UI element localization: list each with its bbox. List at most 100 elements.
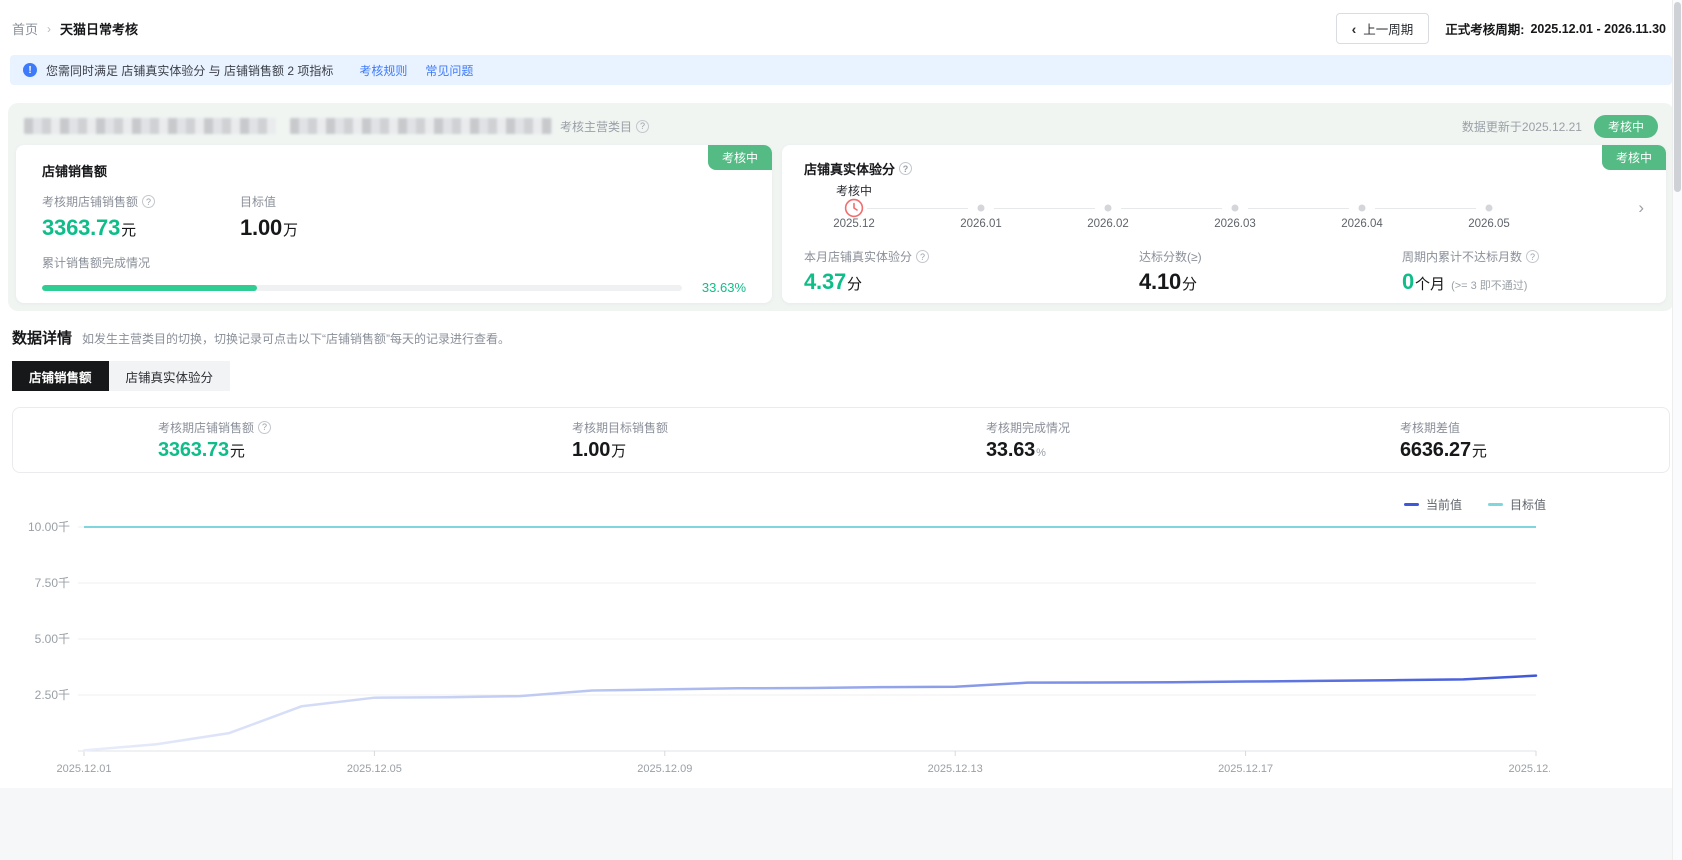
chart-area: 2.50千 5.00千 7.50千 10.00千 2025.12.01 2025.12.0… xyxy=(12,513,1670,797)
faq-link[interactable]: 常见问题 xyxy=(425,62,473,79)
timeline-dot-icon xyxy=(1231,204,1239,212)
prev-period-button[interactable]: ‹ 上一周期 xyxy=(1335,13,1430,44)
topbar-right: ‹ 上一周期 正式考核周期: 2025.12.01 - 2026.11.30 xyxy=(1335,13,1666,44)
svg-text:7.50千: 7.50千 xyxy=(35,576,70,590)
experience-card-status-badge: 考核中 xyxy=(1601,145,1666,170)
timeline-month-label: 2026.04 xyxy=(1341,218,1383,230)
breadcrumb-home-link[interactable]: 首页 xyxy=(12,19,38,38)
timeline-month-label: 2026.05 xyxy=(1468,218,1510,230)
tmall-daily-assessment-page: 首页 › 天猫日常考核 ‹ 上一周期 正式考核周期: 2025.12.01 - … xyxy=(0,0,1682,860)
timeline-dot-icon xyxy=(977,204,985,212)
monthly-score-stat: 本月店铺真实体验分 ? 4.37分 xyxy=(804,248,1139,295)
breadcrumb: 首页 › 天猫日常考核 xyxy=(12,19,138,38)
period-stat-3: 考核期差值 6636.27元 xyxy=(1255,419,1669,462)
stat-value: 6636.27元 xyxy=(1400,438,1487,461)
timeline-dot-icon xyxy=(1358,204,1366,212)
experience-stats-row: 本月店铺真实体验分 ? 4.37分 达标分数(≥) 4.10分 周期内累计不达标… xyxy=(804,248,1644,295)
tab-sales[interactable]: 店铺销售额 xyxy=(12,361,109,391)
sales-card-status-badge: 考核中 xyxy=(707,145,772,170)
main-category-label: 考核主营类目 ? xyxy=(560,118,650,135)
question-icon[interactable]: ? xyxy=(142,195,156,208)
stat-label: 考核期完成情况 xyxy=(986,420,1071,435)
question-icon[interactable]: ? xyxy=(1526,250,1540,263)
current-sales-label: 考核期店铺销售额 ? xyxy=(42,193,240,210)
progress-row: 33.63% xyxy=(42,280,746,295)
sales-values-row: 3363.73元 1.00万 xyxy=(42,215,746,241)
stat-value: 3363.73元 xyxy=(158,438,245,461)
details-title: 数据详情 xyxy=(12,330,73,347)
page-title: 天猫日常考核 xyxy=(60,22,139,37)
experience-card-title: 店铺真实体验分 ? xyxy=(804,159,1644,178)
timeline-dot-icon xyxy=(1485,204,1493,212)
target-sales-value: 1.00万 xyxy=(240,215,299,240)
scrollbar-thumb[interactable] xyxy=(1674,2,1681,192)
stat-label: 考核期差值 xyxy=(1400,420,1461,435)
period-stat-1: 考核期目标销售额 1.00万 xyxy=(427,419,841,462)
overview-header-right: 数据更新于2025.12.21 考核中 xyxy=(1461,114,1658,138)
fail-rule-note: (>= 3 即不通过) xyxy=(1451,280,1528,292)
progress-fill xyxy=(42,284,258,291)
period-stat-0: 考核期店铺销售额? 3363.73元 xyxy=(13,419,427,462)
stat-value: 33.63% xyxy=(986,438,1046,461)
chart-legend: 当前值 目标值 xyxy=(12,495,1670,513)
target-value-label: 目标值 xyxy=(240,195,277,209)
experience-score-card: 考核中 店铺真实体验分 ? › 2025.12 2026.01 2026.02 202… xyxy=(782,145,1666,303)
store-category-blur-block xyxy=(290,118,552,134)
timeline-connector xyxy=(994,208,1095,209)
legend-label: 目标值 xyxy=(1509,497,1546,512)
svg-text:2025.12.13: 2025.12.13 xyxy=(928,763,983,775)
svg-text:2025.12.21: 2025.12.21 xyxy=(1508,763,1550,775)
sales-card: 考核中 店铺销售额 考核期店铺销售额 ? 目标值 3363.73元 1.00万 xyxy=(16,145,772,303)
timeline-next-chevron-icon[interactable]: › xyxy=(1638,199,1644,216)
timeline-connector xyxy=(1375,208,1476,209)
assessment-rules-link[interactable]: 考核规则 xyxy=(359,62,407,79)
assessment-period-value: 2025.12.01 - 2026.11.30 xyxy=(1530,21,1666,36)
overview-cards: 考核中 店铺销售额 考核期店铺销售额 ? 目标值 3363.73元 1.00万 xyxy=(16,145,1666,303)
question-icon[interactable]: ? xyxy=(899,162,913,175)
tab-experience-score[interactable]: 店铺真实体验分 xyxy=(108,361,231,391)
timeline-dot-icon xyxy=(1104,204,1112,212)
legend-item-current[interactable]: 当前值 xyxy=(1403,496,1462,513)
assessment-timeline: › 2025.12 2026.01 2026.02 2026.03 2026.04 202… xyxy=(804,180,1644,238)
progress-percent: 33.63% xyxy=(701,280,746,295)
store-name-blur-block xyxy=(24,118,276,134)
breadcrumb-separator-icon: › xyxy=(47,21,52,36)
timeline-status-label: 考核中 xyxy=(835,184,873,198)
data-updated-text: 数据更新于2025.12.21 xyxy=(1461,119,1582,134)
info-icon: ! xyxy=(23,63,37,77)
top-bar: 首页 › 天猫日常考核 ‹ 上一周期 正式考核周期: 2025.12.01 - … xyxy=(0,0,1682,53)
question-icon[interactable]: ? xyxy=(636,119,650,133)
sales-labels-row: 考核期店铺销售额 ? 目标值 xyxy=(42,193,746,210)
timeline-month-label: 2026.01 xyxy=(960,218,1002,230)
failed-months-stat: 周期内累计不达标月数 ? 0个月 (>= 3 即不通过) xyxy=(1402,248,1644,295)
svg-text:2025.12.01: 2025.12.01 xyxy=(56,763,111,775)
store-name-redacted xyxy=(24,118,552,134)
details-description: 如发生主营类目的切换，切换记录可点击以下“店铺销售额”每天的记录进行查看。 xyxy=(82,332,511,346)
progress-bar xyxy=(42,284,682,291)
svg-text:2025.12.09: 2025.12.09 xyxy=(637,763,692,775)
legend-item-target[interactable]: 目标值 xyxy=(1487,496,1546,513)
stat-label: 考核期目标销售额 xyxy=(572,420,669,435)
stat-value: 1.00万 xyxy=(572,438,627,461)
timeline-month-label: 2026.02 xyxy=(1087,218,1129,230)
svg-text:5.00千: 5.00千 xyxy=(35,632,70,646)
chevron-left-icon: ‹ xyxy=(1351,20,1357,37)
svg-text:2025.12.17: 2025.12.17 xyxy=(1218,763,1273,775)
overview-section: 考核主营类目 ? 数据更新于2025.12.21 考核中 考核中 店铺销售额 考… xyxy=(8,103,1674,311)
timeline-connector xyxy=(867,208,968,209)
legend-dash-icon xyxy=(1403,502,1419,506)
details-header: 数据详情 如发生主营类目的切换，切换记录可点击以下“店铺销售额”每天的记录进行查… xyxy=(12,327,1670,348)
overview-header: 考核主营类目 ? 数据更新于2025.12.21 考核中 xyxy=(16,113,1666,139)
vertical-scrollbar[interactable] xyxy=(1672,0,1682,860)
stat-label: 考核期店铺销售额? xyxy=(158,419,427,436)
footer-strip xyxy=(0,788,1672,860)
period-stats-card: 考核期店铺销售额? 3363.73元 考核期目标销售额 1.00万 考核期完成情况 33.… xyxy=(12,407,1670,473)
sales-trend-chart-section: 当前值 目标值 2.50千 5.00千 7.50千 10.00千 2025.12.01 20… xyxy=(12,495,1670,797)
status-badge: 考核中 xyxy=(1593,114,1658,138)
svg-text:2.50千: 2.50千 xyxy=(35,688,70,702)
question-icon[interactable]: ? xyxy=(258,420,272,434)
prev-period-label: 上一周期 xyxy=(1363,23,1414,37)
svg-text:2025.12.05: 2025.12.05 xyxy=(347,763,402,775)
svg-text:10.00千: 10.00千 xyxy=(28,520,70,534)
question-icon[interactable]: ? xyxy=(916,250,930,263)
